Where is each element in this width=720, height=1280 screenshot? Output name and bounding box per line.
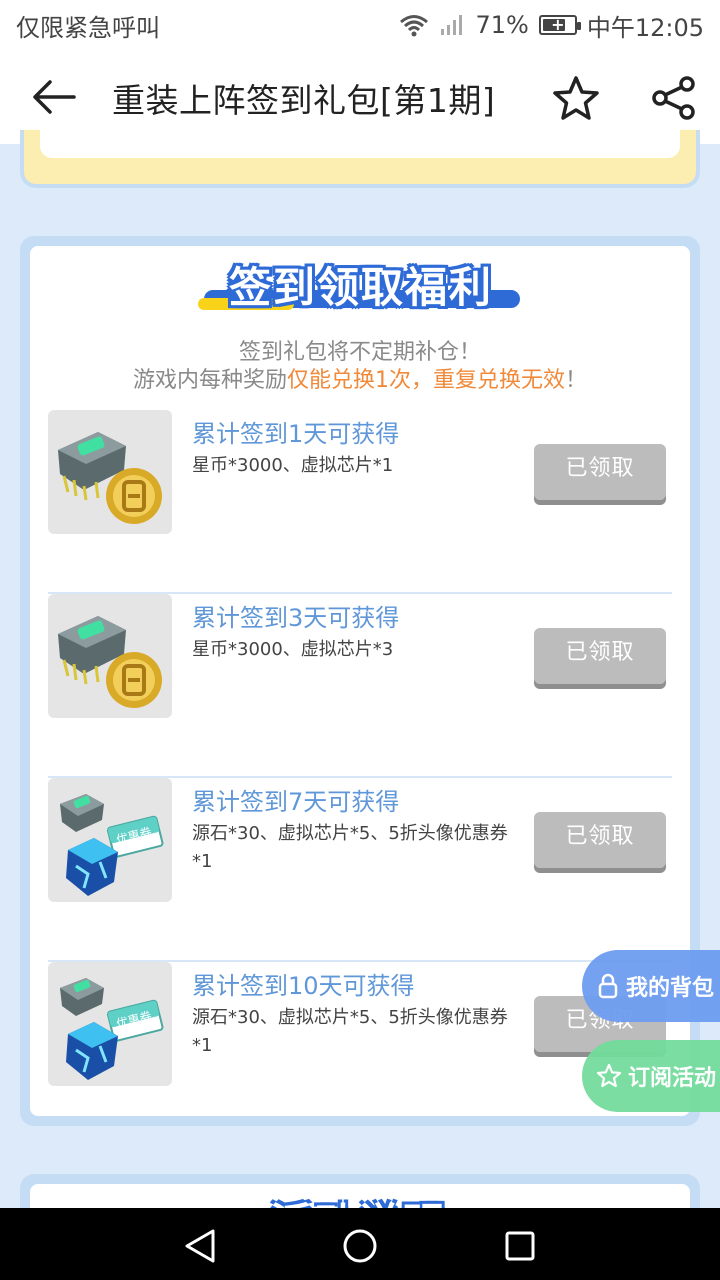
reward-title: 累计签到10天可获得 [192,972,415,1000]
chip-crystal-coupon-icon: 优惠券 [60,794,164,896]
nav-back-button[interactable] [180,1226,220,1266]
claimed-button[interactable]: 已领取 [534,444,666,500]
share-icon [652,76,695,120]
reward-row: 优惠券 累计签到10天可获得 源石*30、虚拟芯片*5、5折头像优惠券*1 已领… [48,962,672,1146]
reward-thumbnail: 优惠券 [48,778,172,902]
reward-row: 累计签到1天可获得 星币*3000、虚拟芯片*1 已领取 [48,410,672,594]
notice-prefix: 游戏内每种奖励 [132,368,287,393]
circle-home-icon [343,1229,377,1263]
subscribe-label: 订阅活动 [628,1066,717,1091]
subscribe-button[interactable]: 订阅活动 [582,1040,720,1112]
status-bar: 仅限紧急呼叫 71% + 中午12:05 [0,0,720,50]
battery-percent: 71% [475,11,529,39]
star-icon [596,1063,622,1088]
reward-title: 累计签到1天可获得 [192,420,400,448]
chip-crystal-coupon-icon: 优惠券 [60,978,164,1080]
nav-recents-button[interactable] [500,1226,540,1266]
notice-line-2: 游戏内每种奖励仅能兑换1次，重复兑换无效！ [30,362,690,394]
reward-description: 源石*30、虚拟芯片*5、5折头像优惠券*1 [192,823,508,872]
reward-description: 源石*30、虚拟芯片*5、5折头像优惠券*1 [192,1007,508,1056]
previous-section-card [20,130,700,188]
reward-description: 星币*3000、虚拟芯片*1 [192,455,394,476]
reward-title: 累计签到7天可获得 [192,788,400,816]
section-title-banner: 签到领取福利 [198,254,524,318]
signal-icon [441,15,463,35]
arrow-left-icon [33,80,76,114]
reward-row: 优惠券 累计签到7天可获得 源石*30、虚拟芯片*5、5折头像优惠券*1 已领取 [48,778,672,962]
battery-icon: + [538,15,581,35]
carrier-text: 仅限紧急呼叫 [16,13,160,42]
clock: 中午12:05 [586,13,704,42]
previous-section-inner [40,130,680,158]
back-button[interactable] [28,74,80,120]
section-title: 签到领取福利 [228,263,493,312]
chip-and-coin-icon [58,432,162,524]
system-nav-bar [0,1208,720,1280]
chip-and-coin-icon [58,616,162,708]
lock-icon [598,973,618,999]
page-title: 重装上阵签到礼包[第1期] [112,81,496,120]
claimed-button[interactable]: 已领取 [534,628,666,684]
favorite-button[interactable] [550,72,602,124]
reward-title: 累计签到3天可获得 [192,604,400,632]
nav-home-button[interactable] [340,1226,380,1266]
reward-thumbnail: 优惠券 [48,962,172,1086]
my-bag-button[interactable]: 我的背包 [582,950,720,1022]
reward-thumbnail [48,410,172,534]
status-icons: 71% + 中午12:05 [399,8,704,43]
triangle-back-icon [185,1229,215,1263]
reward-row: 累计签到3天可获得 星币*3000、虚拟芯片*3 已领取 [48,594,672,778]
share-button[interactable] [648,72,700,124]
square-recents-icon [505,1231,535,1261]
notice-highlight: 仅能兑换1次，重复兑换无效 [287,368,565,393]
claimed-button[interactable]: 已领取 [534,812,666,868]
my-bag-label: 我的背包 [626,976,715,1001]
wifi-icon [400,15,429,37]
notice-suffix: ！ [565,368,588,393]
star-icon [553,76,599,120]
reward-description: 星币*3000、虚拟芯片*3 [192,639,394,660]
reward-thumbnail [48,594,172,718]
